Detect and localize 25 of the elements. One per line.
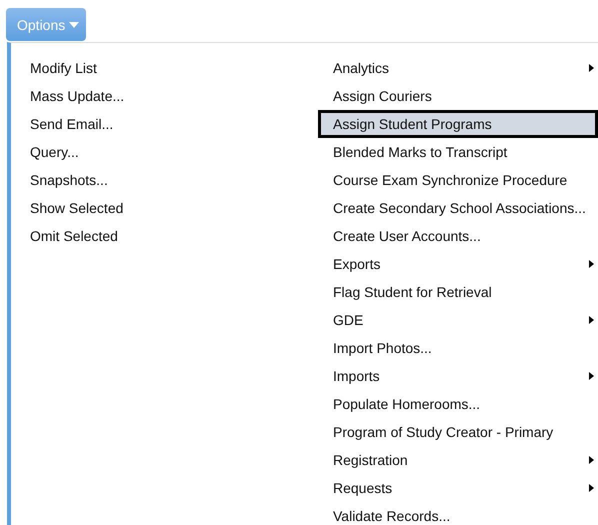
menu-item[interactable]: Exports: [318, 250, 598, 278]
menu-item[interactable]: Show Selected: [30, 194, 318, 222]
menu-item[interactable]: Analytics: [318, 54, 598, 82]
menu-item[interactable]: Create User Accounts...: [318, 222, 598, 250]
menu-item[interactable]: Program of Study Creator - Primary: [318, 418, 598, 446]
menu-item[interactable]: Populate Homerooms...: [318, 390, 598, 418]
menu-item[interactable]: Validate Records...: [318, 502, 598, 525]
menu-item[interactable]: Course Exam Synchronize Procedure: [318, 166, 598, 194]
menu-item[interactable]: Mass Update...: [30, 82, 318, 110]
menu-item[interactable]: Modify List: [30, 54, 318, 82]
menu-item[interactable]: Send Email...: [30, 110, 318, 138]
caret-icon: [69, 22, 80, 28]
menu-item[interactable]: Registration: [318, 446, 598, 474]
menu-item[interactable]: Requests: [318, 474, 598, 502]
menu-item[interactable]: Omit Selected: [30, 222, 318, 250]
menu-item[interactable]: Create Secondary School Associations...: [318, 194, 598, 222]
menu-item[interactable]: Query...: [30, 138, 318, 166]
menu-item[interactable]: Assign Couriers: [318, 82, 598, 110]
menu-item[interactable]: Snapshots...: [30, 166, 318, 194]
menu-item[interactable]: Import Photos...: [318, 334, 598, 362]
menu-item[interactable]: Flag Student for Retrieval: [318, 278, 598, 306]
menu-item[interactable]: Imports: [318, 362, 598, 390]
menu-item[interactable]: Assign Student Programs: [318, 110, 598, 138]
menu-item[interactable]: Blended Marks to Transcript: [318, 138, 598, 166]
menu-item[interactable]: GDE: [318, 306, 598, 334]
